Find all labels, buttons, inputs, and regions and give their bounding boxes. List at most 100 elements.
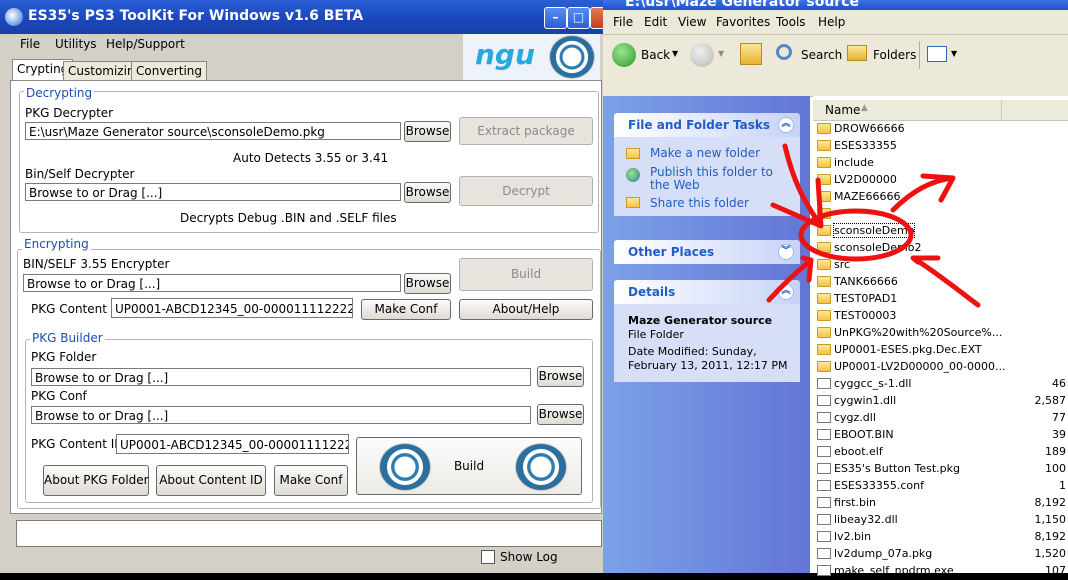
builder-content-id-label: PKG Content ID (31, 437, 124, 451)
back-arrow-icon[interactable] (612, 43, 636, 67)
folders-icon[interactable] (847, 45, 867, 61)
crypting-tab-page: Decrypting PKG Decrypter E:\usr\Maze Gen… (10, 80, 602, 514)
address-bar-strip (603, 75, 1068, 97)
views-dropdown-icon[interactable]: ▼ (951, 49, 957, 58)
details-body: Maze Generator source File Folder Date M… (614, 304, 800, 382)
decrypt-button[interactable]: Decrypt (459, 176, 593, 206)
search-button-label[interactable]: Search (801, 48, 842, 62)
pkg-builder-legend: PKG Builder (30, 331, 105, 345)
details-type: File Folder (628, 328, 684, 341)
file-name: UP0001-ESES.pkg.Dec.EXT (834, 343, 982, 356)
file-row[interactable]: ESES33355.conf 1 (813, 478, 1068, 495)
folder-icon (817, 344, 831, 355)
search-icon[interactable] (776, 44, 792, 60)
logo-banner: ngu (463, 34, 600, 80)
file-icon (817, 463, 831, 474)
file-row[interactable]: eboot.elf 189 (813, 444, 1068, 461)
explorer-title-bar[interactable]: E:\usr\Maze Generator source (603, 0, 1068, 10)
log-box[interactable] (16, 520, 602, 547)
tab-converting[interactable]: Converting (131, 61, 208, 80)
back-button-label[interactable]: Back (641, 48, 670, 62)
toolkit-window: ES35's PS3 ToolKit For Windows v1.6 BETA… (0, 0, 604, 573)
menu-edit[interactable]: Edit (644, 15, 667, 29)
builder-content-id-input[interactable]: UP0001-ABCD12345_00-0000111122223333 (116, 434, 349, 454)
about-help-button[interactable]: About/Help (459, 299, 593, 320)
auto-detect-note: Auto Detects 3.55 or 3.41 (233, 151, 389, 165)
folder-icon (817, 361, 831, 372)
file-size: 46 (1052, 377, 1066, 390)
up-folder-icon[interactable] (740, 43, 762, 65)
views-icon[interactable] (927, 46, 947, 62)
folder-row[interactable]: UP0001-LV2D00000_00-0000... (813, 359, 1068, 376)
menu-help[interactable]: Help (818, 15, 845, 29)
task-make-new-folder[interactable]: Make a new folder (650, 146, 760, 160)
pkg-conf-browse-button[interactable]: Browse (537, 404, 584, 425)
bin-self-browse-button[interactable]: Browse (404, 182, 451, 203)
publish-web-icon (626, 168, 640, 182)
pkg-folder-browse-button[interactable]: Browse (537, 366, 584, 387)
encrypt-build-button[interactable]: Build (459, 258, 593, 291)
file-name: EBOOT.BIN (834, 428, 894, 441)
menu-view[interactable]: View (678, 15, 706, 29)
builder-make-conf-button[interactable]: Make Conf (274, 465, 348, 496)
pkg-decrypter-browse-button[interactable]: Browse (404, 121, 451, 142)
folders-button-label[interactable]: Folders (873, 48, 916, 62)
file-row[interactable]: ES35's Button Test.pkg 100 (813, 461, 1068, 478)
other-places-title: Other Places (628, 245, 715, 259)
task-share-folder[interactable]: Share this folder (650, 196, 749, 210)
file-name: libeay32.dll (834, 513, 898, 526)
folder-row[interactable]: TEST00003 (813, 308, 1068, 325)
name-column-header[interactable]: Name (825, 103, 860, 117)
maximize-button[interactable]: □ (567, 7, 590, 29)
menu-file[interactable]: File (20, 37, 40, 51)
file-name: make_self_npdrm.exe (834, 564, 954, 577)
file-row[interactable]: cygwin1.dll 2,587 (813, 393, 1068, 410)
about-content-id-button[interactable]: About Content ID (156, 465, 266, 496)
pkg-conf-input[interactable]: Browse to or Drag [...] (31, 406, 531, 424)
make-conf-button[interactable]: Make Conf (361, 299, 451, 320)
file-row[interactable]: lv2dump_07a.pkg 1,520 (813, 546, 1068, 563)
file-row[interactable]: EBOOT.BIN 39 (813, 427, 1068, 444)
file-name: cygwin1.dll (834, 394, 897, 407)
file-size: 1,520 (1034, 547, 1067, 560)
folder-row[interactable]: UP0001-ESES.pkg.Dec.EXT (813, 342, 1068, 359)
content-id-input[interactable]: UP0001-ABCD12345_00-0000111122223333 (111, 298, 353, 318)
file-row[interactable]: make_self_npdrm.exe 107 (813, 563, 1068, 580)
file-size: 189 (1045, 445, 1066, 458)
forward-dropdown-icon[interactable]: ▼ (718, 49, 724, 58)
details-name: Maze Generator source (628, 314, 773, 327)
forward-arrow-icon[interactable] (690, 43, 714, 67)
file-row[interactable]: libeay32.dll 1,150 (813, 512, 1068, 529)
bin-self-decrypter-input[interactable]: Browse to or Drag [...] (25, 183, 401, 201)
encrypter-browse-button[interactable]: Browse (404, 273, 451, 294)
pkg-build-button[interactable]: Build (356, 437, 582, 495)
toolbar-divider (919, 41, 920, 69)
pkg-folder-input[interactable]: Browse to or Drag [...] (31, 368, 531, 386)
column-divider[interactable] (1001, 100, 1002, 120)
file-row[interactable]: first.bin 8,192 (813, 495, 1068, 512)
pkg-conf-label: PKG Conf (31, 389, 87, 403)
file-row[interactable]: lv2.bin 8,192 (813, 529, 1068, 546)
pkg-decrypter-input[interactable]: E:\usr\Maze Generator source\sconsoleDem… (25, 122, 401, 140)
minimize-button[interactable]: – (544, 7, 567, 29)
extract-package-button[interactable]: Extract package (459, 117, 593, 145)
file-size: 1,150 (1034, 513, 1067, 526)
close-button[interactable] (590, 7, 604, 29)
file-row[interactable]: cygz.dll 77 (813, 410, 1068, 427)
encrypter-input[interactable]: Browse to or Drag [...] (23, 274, 401, 292)
file-icon (817, 514, 831, 525)
menu-file[interactable]: File (613, 15, 633, 29)
menu-utilitys[interactable]: Utilitys (55, 37, 97, 51)
back-dropdown-icon[interactable]: ▼ (672, 49, 678, 58)
file-row[interactable]: cyggcc_s-1.dll 46 (813, 376, 1068, 393)
file-name: ESES33355.conf (834, 479, 924, 492)
about-pkg-folder-button[interactable]: About PKG Folder (43, 465, 149, 496)
menu-help-support[interactable]: Help/Support (106, 37, 185, 51)
menu-favorites[interactable]: Favorites (716, 15, 770, 29)
file-icon (817, 429, 831, 440)
show-log-checkbox[interactable] (481, 550, 495, 564)
menu-tools[interactable]: Tools (776, 15, 806, 29)
toolkit-title-bar[interactable]: ES35's PS3 ToolKit For Windows v1.6 BETA… (0, 0, 604, 34)
folder-row[interactable]: UnPKG%20with%20Source%... (813, 325, 1068, 342)
explorer-window: E:\usr\Maze Generator source File Edit V… (603, 0, 1068, 577)
